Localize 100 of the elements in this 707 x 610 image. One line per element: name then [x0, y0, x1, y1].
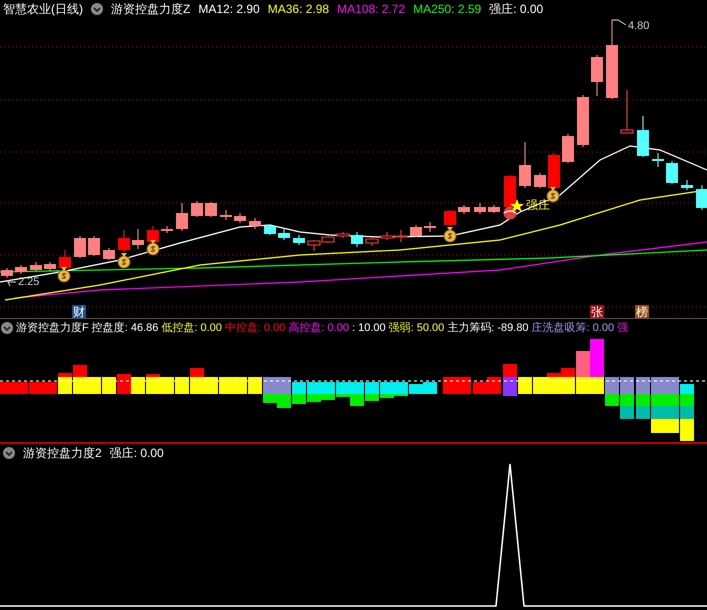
candlestick: [351, 232, 363, 248]
histogram-bar: [292, 382, 306, 404]
histogram-bar: [117, 374, 131, 394]
ball-icon: [504, 206, 516, 220]
dropdown-icon[interactable]: [3, 447, 15, 459]
candlestick: [176, 202, 188, 232]
candlestick: [696, 184, 707, 210]
legend-value: MA12: 2.90: [198, 1, 260, 18]
candlestick: [1, 268, 13, 278]
money-bag-icon: [146, 240, 160, 256]
candlestick: [30, 262, 42, 272]
candlestick: [147, 226, 159, 244]
money-bag-icon: [444, 227, 456, 242]
candlestick: [336, 232, 350, 238]
chart-title: 智慧农业(日线): [3, 1, 83, 18]
candlestick: [410, 224, 422, 238]
histogram-bar: [665, 377, 679, 433]
candlestick: [534, 172, 546, 188]
candlestick: [519, 142, 531, 188]
candlestick: [220, 210, 232, 220]
histogram-bar: [131, 377, 145, 394]
dropdown-icon[interactable]: [1, 322, 13, 334]
legend-value: 低控盘: 0.00: [161, 321, 222, 336]
histogram-bar: [146, 374, 160, 394]
candlestick: [234, 212, 246, 224]
histogram-bar: [636, 377, 650, 419]
histogram-bar: [473, 382, 487, 394]
candlestick: [278, 228, 290, 240]
histogram-bar: [321, 382, 335, 400]
event-marker[interactable]: 财: [72, 305, 86, 318]
candlestick: [118, 230, 130, 252]
histogram-bar: [29, 382, 43, 394]
candlestick: [249, 218, 261, 230]
money-bag-icon: [118, 253, 130, 268]
legend-value: 强弱: 50.00: [388, 321, 444, 336]
histogram-bar: [680, 384, 694, 441]
legend-value: MA250: 2.59: [413, 1, 482, 18]
histogram-bar: [423, 382, 437, 394]
leader-line: [612, 20, 626, 26]
legend-value: 高控盘: 0.00: [288, 320, 349, 336]
dropdown-icon[interactable]: [91, 3, 103, 15]
histogram-bar: [14, 382, 28, 394]
histogram-bar: [409, 384, 423, 394]
legend-value: 强庄: 0.00: [489, 1, 544, 18]
histogram-bar: [102, 377, 116, 394]
histogram-bar: [547, 373, 561, 394]
candlestick: [59, 250, 71, 270]
legend-value: 强庄: 0.00: [110, 445, 164, 462]
histogram-bar: [233, 377, 247, 394]
candlestick: [666, 160, 678, 184]
candlestick: [577, 94, 589, 148]
legend-value: 主力筹码: -89.80: [447, 320, 529, 336]
candlestick: [74, 236, 86, 258]
candlestick: [103, 248, 115, 260]
candlestick: [161, 226, 173, 234]
legend-value: 控盘度: 46.86: [92, 320, 158, 336]
candlestick: [293, 234, 305, 246]
legend-value: 强: [617, 321, 628, 336]
candlestick: [488, 204, 500, 214]
candlestick: [562, 134, 574, 164]
star-icon: [510, 199, 524, 212]
candlestick: [205, 202, 217, 218]
candlestick: [458, 204, 470, 214]
histogram-bar: [651, 377, 665, 433]
histogram-bar: [160, 377, 174, 394]
histogram-bar: [219, 377, 233, 394]
leader-line: [7, 282, 16, 286]
candlestick: [591, 54, 603, 96]
legend-value: 中控盘: 0.00: [224, 321, 286, 336]
histogram-bar: [365, 382, 379, 401]
candlestick: [652, 152, 664, 168]
legend-value: : 10.00: [352, 321, 386, 336]
indicator-name: 游资控盘力度Z: [111, 1, 190, 18]
histogram-bar: [533, 377, 547, 394]
histogram-bar: [277, 377, 291, 408]
histogram-bar: [443, 377, 457, 394]
candlestick: [366, 236, 378, 246]
legend-value: MA36: 2.98: [268, 1, 330, 18]
low-price-label: 2.25: [18, 276, 40, 288]
legend-value: MA108: 2.72: [337, 1, 406, 18]
candlestick: [264, 224, 276, 236]
candlestick: [132, 228, 144, 250]
event-marker[interactable]: 榜: [635, 305, 649, 318]
indicator-name: 游资控盘力度F: [16, 320, 89, 336]
candlestick: [44, 262, 56, 272]
candlestick: [681, 180, 693, 190]
candlestick: [620, 90, 634, 134]
candlestick: [548, 152, 560, 190]
histogram-bar: [457, 377, 471, 394]
candlestick: [637, 116, 649, 158]
money-bag-icon: [58, 267, 70, 282]
event-marker[interactable]: 张: [590, 305, 604, 318]
legend-value: 庄洗盘吸筹: 0.00: [532, 320, 614, 336]
candlestick: [191, 200, 203, 218]
histogram-bar: [487, 377, 501, 394]
candlestick: [444, 210, 456, 226]
histogram-bar: [380, 382, 394, 398]
high-price-label: 4.80: [628, 20, 650, 32]
histogram-bar: [394, 382, 408, 396]
candlestick: [15, 264, 27, 274]
